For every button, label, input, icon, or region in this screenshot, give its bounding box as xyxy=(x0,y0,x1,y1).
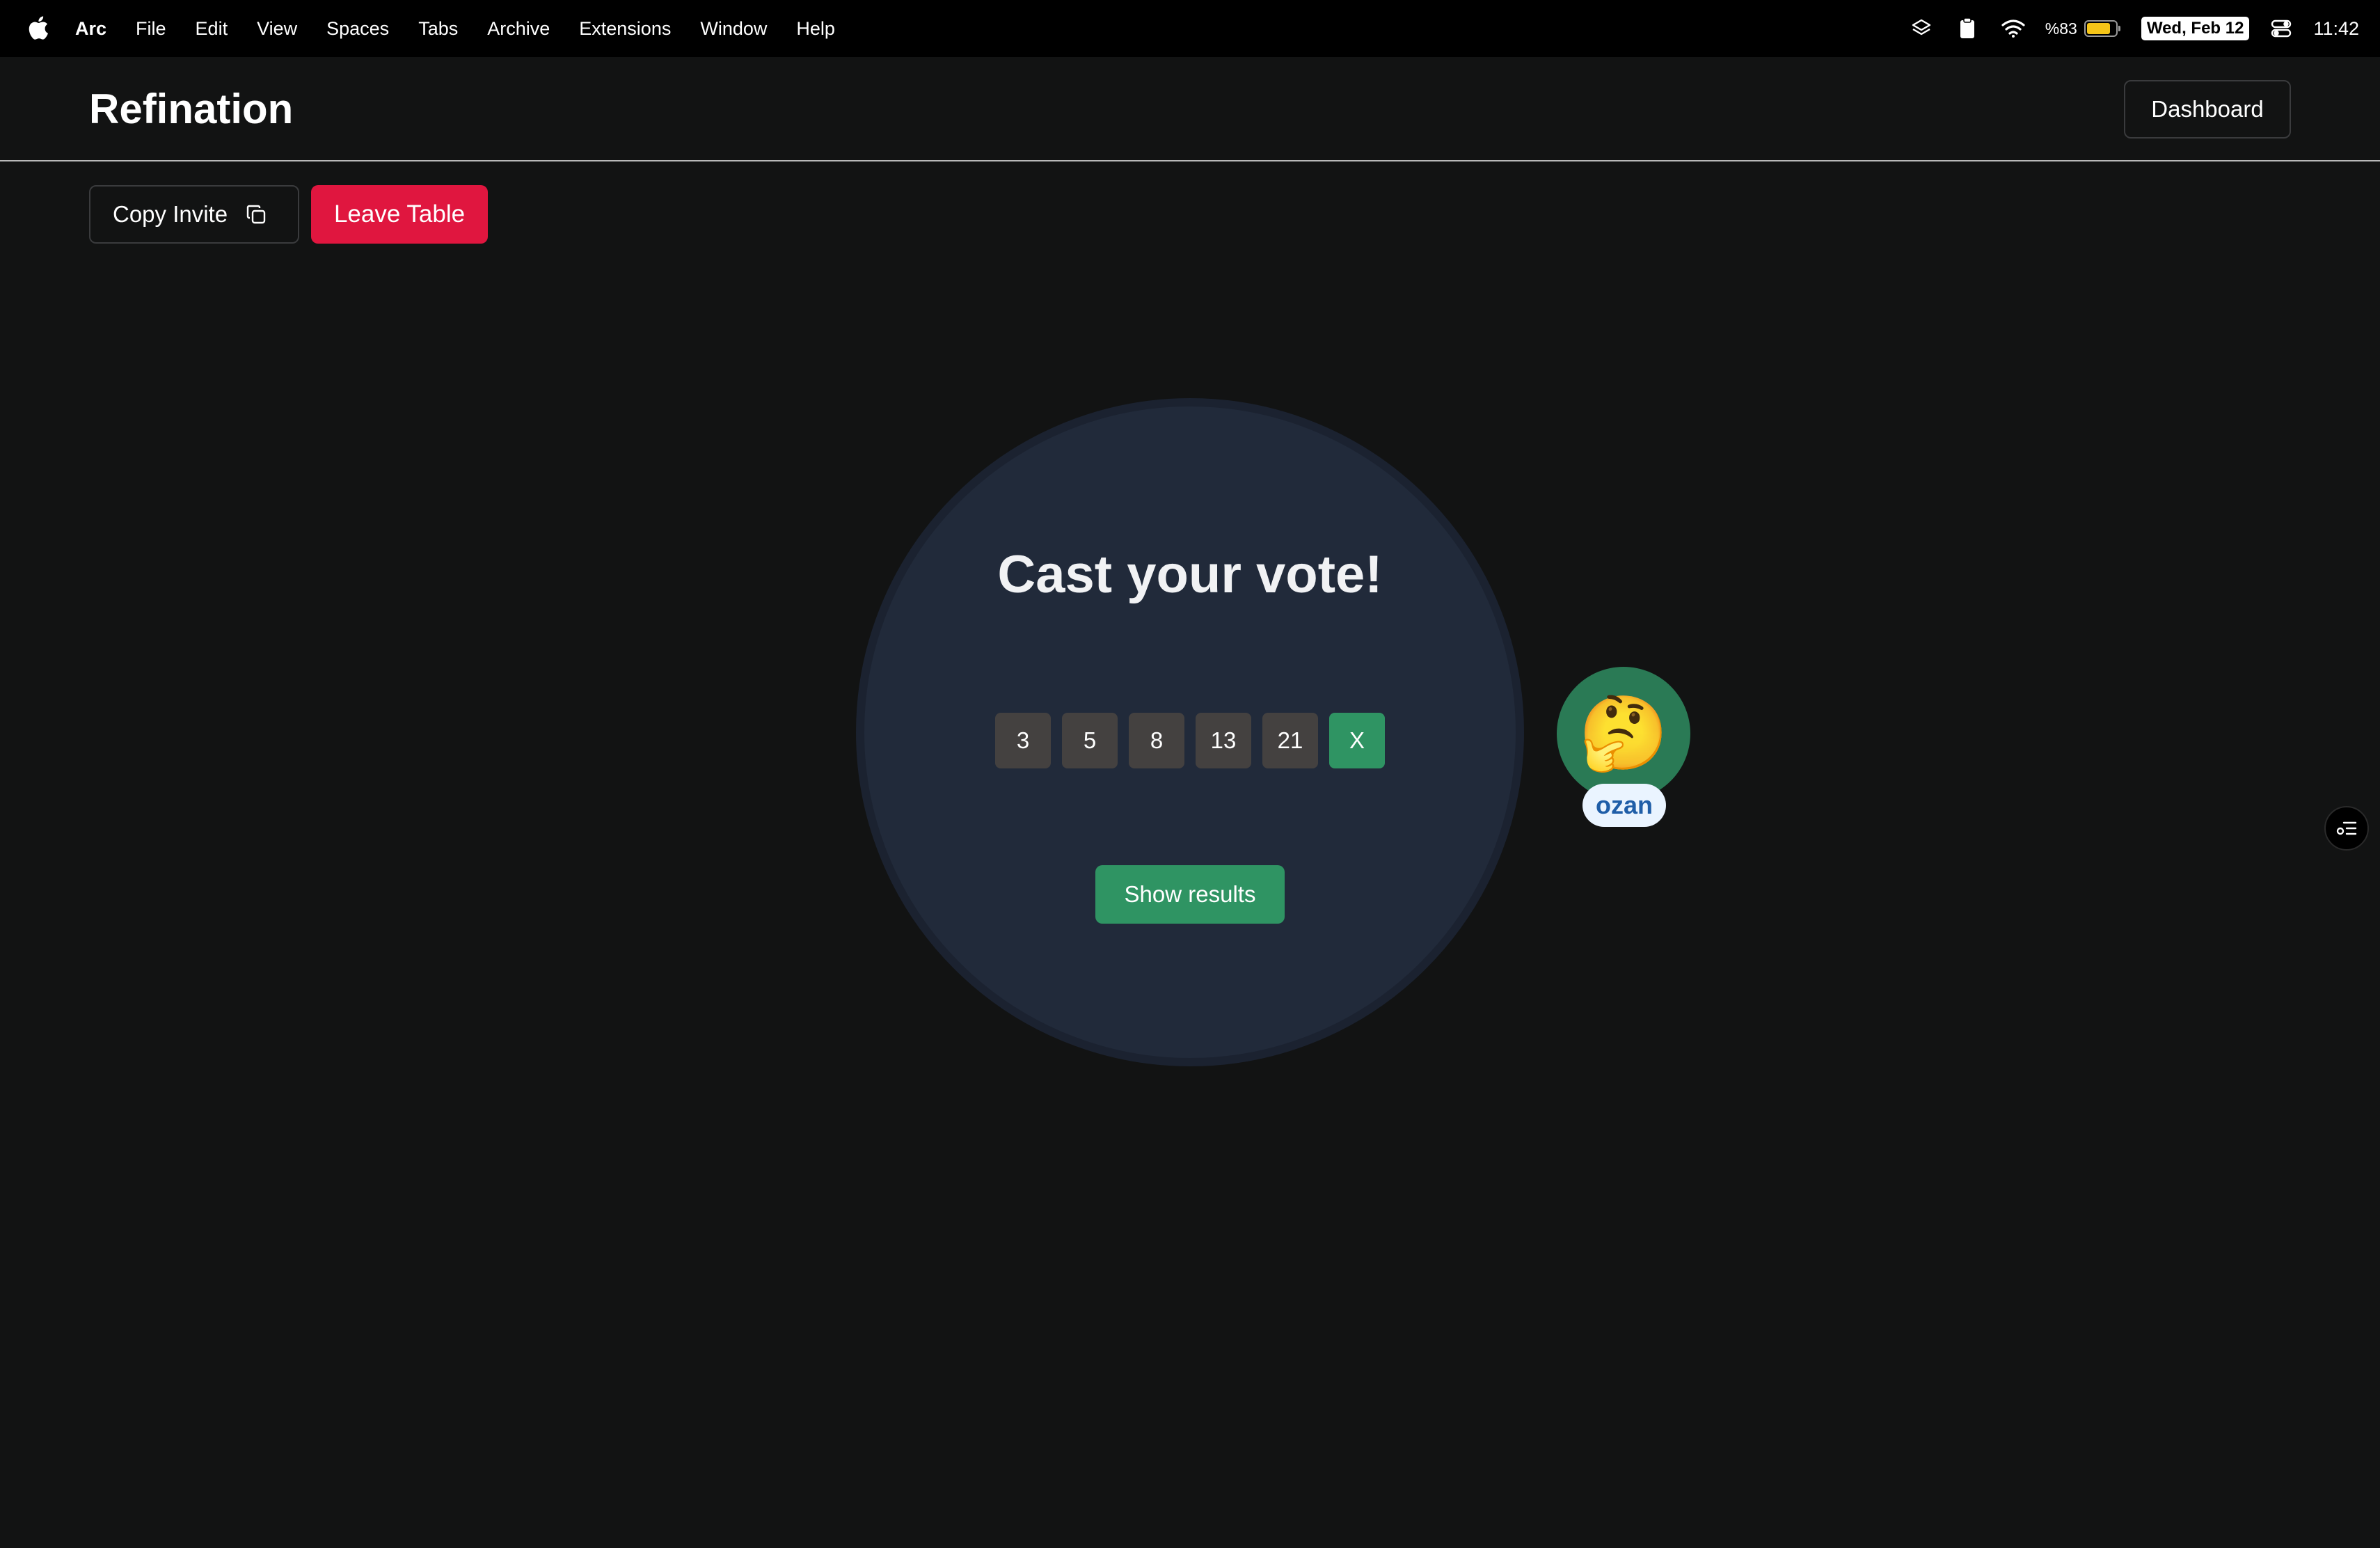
vote-cards: 3 5 8 13 21 X xyxy=(864,713,1516,768)
menu-window[interactable]: Window xyxy=(700,18,767,40)
list-settings-icon xyxy=(2336,821,2357,835)
menu-clock[interactable]: 11:42 xyxy=(2313,18,2359,40)
leave-table-button[interactable]: Leave Table xyxy=(311,185,488,244)
dashboard-button[interactable]: Dashboard xyxy=(2124,80,2291,139)
poker-table: Cast your vote! 3 5 8 13 21 X Show resul… xyxy=(856,398,1524,1066)
table-title: Cast your vote! xyxy=(997,545,1383,604)
menu-extensions[interactable]: Extensions xyxy=(579,18,671,40)
menu-archive[interactable]: Archive xyxy=(487,18,550,40)
menu-edit[interactable]: Edit xyxy=(196,18,228,40)
vote-card-8[interactable]: 8 xyxy=(1129,713,1184,768)
battery-icon[interactable] xyxy=(2084,20,2120,37)
apple-logo-icon[interactable] xyxy=(28,15,49,40)
vote-card-3[interactable]: 3 xyxy=(995,713,1051,768)
menu-view[interactable]: View xyxy=(257,18,297,40)
vote-card-5[interactable]: 5 xyxy=(1062,713,1118,768)
side-panel-toggle-button[interactable] xyxy=(2324,806,2369,851)
app-menus: Arc File Edit View Spaces Tabs Archive E… xyxy=(75,0,864,57)
control-center-icon[interactable] xyxy=(2267,15,2295,42)
status-area: %83 Wed, Feb 12 11:42 xyxy=(1889,0,2359,57)
thinking-face-icon: 🤔 xyxy=(1578,693,1669,774)
show-results-button[interactable]: Show results xyxy=(1095,865,1285,924)
vote-card-13[interactable]: 13 xyxy=(1196,713,1251,768)
layers-icon[interactable] xyxy=(1907,15,1935,42)
player-name-badge: ozan xyxy=(1582,784,1666,827)
player-avatar: 🤔 xyxy=(1557,667,1690,800)
copy-icon xyxy=(246,205,266,224)
copy-invite-button[interactable]: Copy Invite xyxy=(89,185,299,244)
page-title: Refination xyxy=(89,86,294,132)
copy-invite-label: Copy Invite xyxy=(113,201,228,227)
menu-bar: Arc File Edit View Spaces Tabs Archive E… xyxy=(0,0,2380,57)
menu-help[interactable]: Help xyxy=(796,18,835,40)
menu-tabs[interactable]: Tabs xyxy=(418,18,458,40)
wifi-icon[interactable] xyxy=(1999,15,2027,42)
clipboard-icon[interactable] xyxy=(1953,15,1981,42)
battery-percentage: %83 xyxy=(2045,19,2077,38)
vote-card-x[interactable]: X xyxy=(1329,713,1385,768)
vote-card-21[interactable]: 21 xyxy=(1262,713,1318,768)
app-header: Refination Dashboard xyxy=(0,57,2380,161)
menu-date[interactable]: Wed, Feb 12 xyxy=(2141,17,2250,40)
menu-spaces[interactable]: Spaces xyxy=(326,18,389,40)
menu-app-name[interactable]: Arc xyxy=(75,18,106,40)
menu-file[interactable]: File xyxy=(136,18,166,40)
